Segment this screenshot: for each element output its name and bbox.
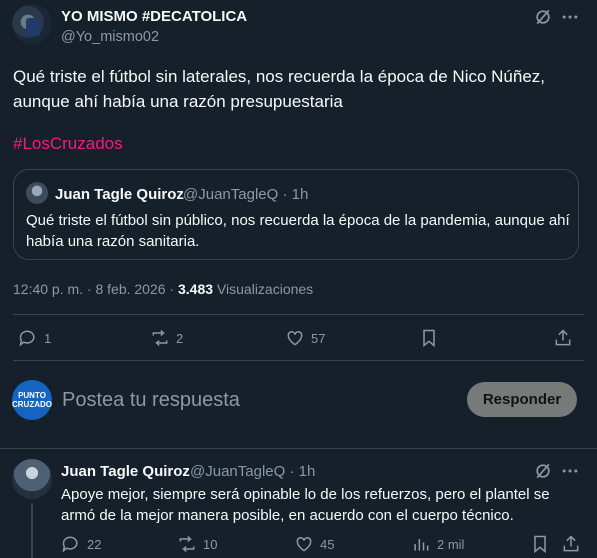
heart-icon	[296, 536, 312, 552]
bookmark-icon	[534, 535, 546, 554]
share-icon	[555, 329, 571, 346]
views-button[interactable]: 2 mil	[411, 534, 464, 554]
author-handle[interactable]: @Yo_mismo02	[61, 29, 159, 45]
reply-text: Apoye mejor, siempre será opinable lo de…	[61, 486, 550, 524]
quote-author-name: Juan Tagle Quiroz	[55, 186, 184, 203]
bookmark-button[interactable]	[419, 328, 439, 348]
more-options-icon[interactable]	[559, 6, 581, 28]
grok-icon[interactable]	[532, 460, 554, 482]
like-count: 45	[320, 536, 335, 552]
quote-handle-time: @JuanTagleQ · 1h	[183, 186, 309, 203]
reply-post[interactable]: Juan Tagle Quiroz @JuanTagleQ · 1h Apoye…	[0, 449, 597, 558]
quoted-post[interactable]: Juan Tagle Quiroz @JuanTagleQ · 1h Qué t…	[13, 169, 579, 260]
views-count: 3.483	[178, 281, 214, 297]
repost-count: 2	[176, 330, 184, 346]
views-count: 2 mil	[437, 536, 465, 552]
grok-icon[interactable]	[532, 6, 554, 28]
repost-button[interactable]: 2	[150, 328, 183, 348]
reply-button[interactable]: 1	[18, 328, 51, 348]
user-avatar[interactable]: PUNTO CRUZADO	[12, 380, 52, 420]
reply-icon	[62, 536, 78, 553]
thread-line	[31, 503, 33, 558]
repost-icon	[152, 329, 168, 347]
like-button[interactable]: 57	[285, 328, 325, 348]
avatar-text-line-1: PUNTO	[18, 391, 46, 400]
like-count: 57	[311, 330, 326, 346]
heart-icon	[287, 330, 303, 346]
reply-author-avatar[interactable]	[12, 459, 52, 499]
reply-submit-button[interactable]: Responder	[467, 382, 577, 417]
author-name[interactable]: YO MISMO #DECATOLICA	[61, 8, 247, 25]
bookmark-icon	[423, 329, 435, 348]
repost-icon	[179, 535, 195, 553]
reply-composer: PUNTO CRUZADO Postea tu respuesta Respond…	[0, 360, 597, 440]
share-icon	[563, 535, 579, 552]
more-options-icon[interactable]	[559, 460, 581, 482]
reply-author-name[interactable]: Juan Tagle Quiroz	[61, 463, 190, 480]
like-button[interactable]: 45	[294, 534, 334, 554]
hashtag-link[interactable]: #LosCruzados	[13, 134, 123, 154]
views-label: Visualizaciones	[213, 281, 314, 297]
reply-button[interactable]: 22	[61, 534, 101, 554]
divider	[13, 314, 584, 315]
post-timestamp[interactable]: 12:40 p. m. · 8 feb. 2026 ·	[13, 281, 178, 297]
reply-count: 1	[44, 330, 52, 346]
share-button[interactable]	[561, 534, 581, 554]
reply-handle-time[interactable]: @JuanTagleQ · 1h	[190, 463, 315, 480]
post-metadata: 12:40 p. m. · 8 feb. 2026 · 3.483 Visual…	[13, 281, 313, 297]
reply-input[interactable]: Postea tu respuesta	[62, 389, 240, 412]
quote-avatar	[26, 182, 48, 204]
repost-button[interactable]: 10	[177, 534, 217, 554]
repost-count: 10	[203, 536, 218, 552]
reply-icon	[19, 330, 35, 347]
reply-count: 22	[87, 536, 102, 552]
avatar-text-line-2: CRUZADO	[12, 400, 52, 409]
bookmark-button[interactable]	[530, 534, 550, 554]
quote-text: Qué triste el fútbol sin público, nos re…	[26, 212, 570, 250]
post-text: Qué triste el fútbol sin laterales, nos …	[13, 67, 546, 111]
views-icon	[414, 539, 429, 551]
author-avatar[interactable]	[12, 4, 52, 44]
share-button[interactable]	[553, 328, 573, 348]
